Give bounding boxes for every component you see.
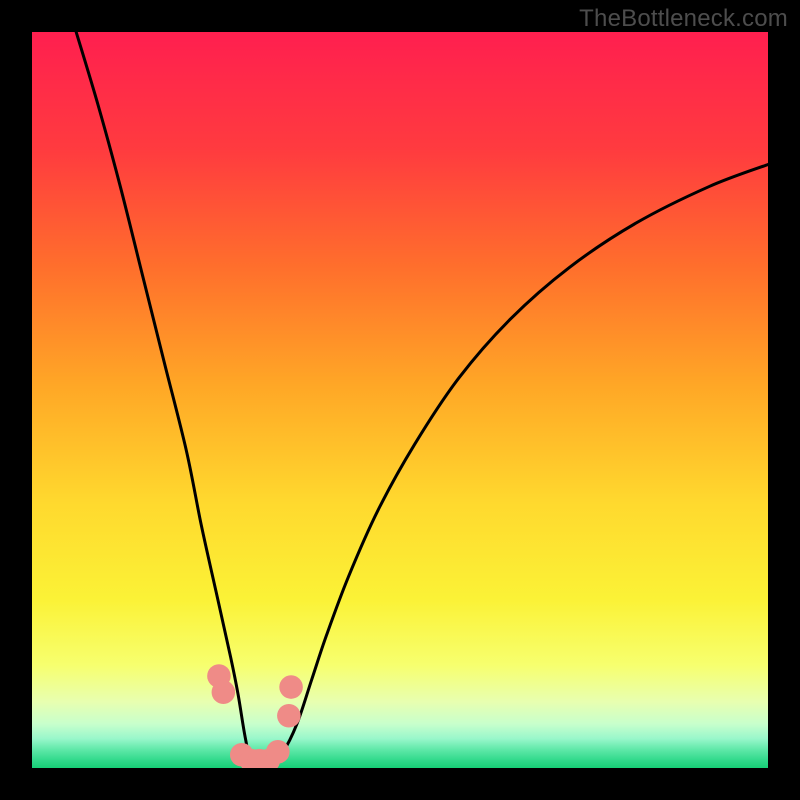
plot-area: [32, 32, 768, 768]
data-marker: [277, 704, 301, 728]
watermark-text: TheBottleneck.com: [579, 5, 788, 33]
data-marker: [212, 680, 236, 704]
bottleneck-curve: [76, 32, 768, 768]
data-markers: [207, 664, 303, 768]
chart-frame: TheBottleneck.com: [0, 0, 800, 800]
chart-svg: [32, 32, 768, 768]
data-marker: [279, 675, 303, 699]
data-marker: [266, 740, 290, 764]
